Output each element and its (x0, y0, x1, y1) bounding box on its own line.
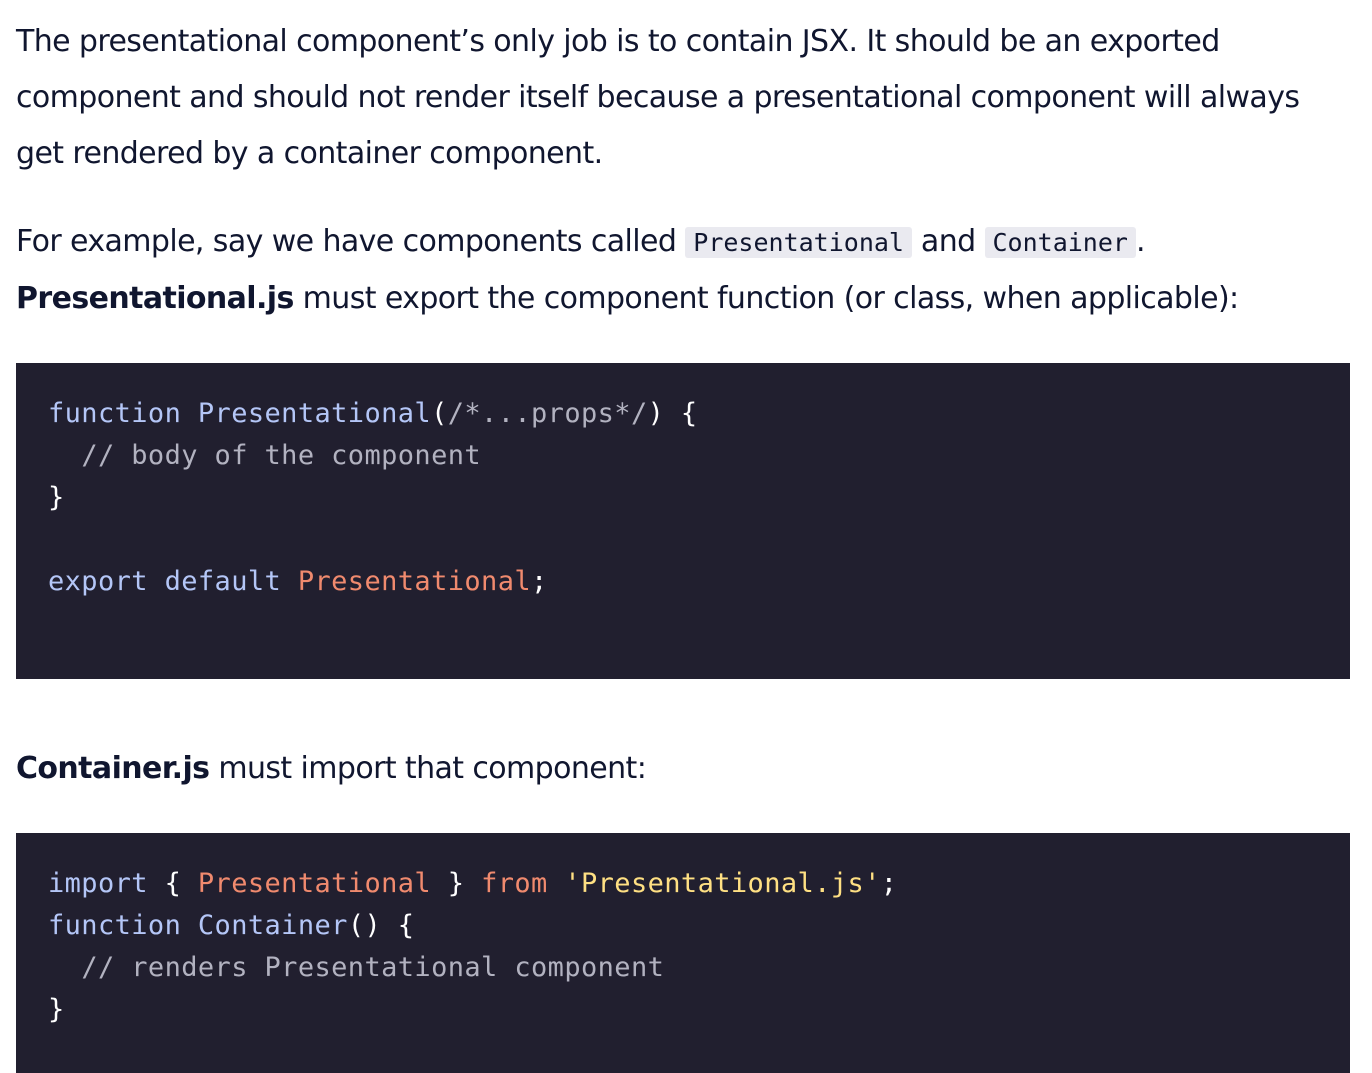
paragraph-intro-text: The presentational component’s only job … (16, 24, 1300, 171)
code-block-container: import { Presentational } from 'Presenta… (16, 833, 1350, 1073)
code-punctuation: ; (531, 566, 548, 597)
code-keyword: export (48, 566, 148, 597)
code-keyword: function (48, 910, 182, 941)
code-punctuation: ; (880, 868, 898, 899)
export-instruction-text: must export the component function (or c… (293, 281, 1240, 316)
code-punctuation: } (48, 994, 65, 1025)
import-instruction-text: must import that component: (209, 751, 647, 786)
paragraph-intro: The presentational component’s only job … (16, 14, 1350, 182)
paragraph-container: Container.js must import that component: (16, 741, 1350, 797)
code-punctuation: { (164, 868, 182, 899)
article-body: The presentational component’s only job … (16, 14, 1350, 1073)
inline-code-container: Container (984, 227, 1136, 258)
code-keyword: import (48, 868, 148, 899)
code-function-name: Presentational (197, 398, 432, 429)
period-text: . (1135, 224, 1146, 259)
code-string: 'Presentational.js' (564, 868, 881, 899)
paragraph-example: For example, say we have components call… (16, 214, 1350, 327)
code-comment: /*...props*/ (447, 398, 648, 429)
code-punctuation: } (447, 868, 465, 899)
code-identifier: Presentational (197, 868, 432, 899)
code-punctuation: ( (431, 398, 448, 429)
code-keyword: function (48, 398, 182, 429)
code-function-name: Container (197, 910, 348, 941)
and-text: and (911, 224, 985, 259)
code-punctuation: } (48, 482, 65, 513)
inline-code-presentational: Presentational (685, 227, 912, 258)
filename-container: Container.js (16, 751, 210, 786)
code-punctuation: () { (347, 910, 415, 941)
code-keyword: default (164, 566, 282, 597)
code-comment: // body of the component (81, 440, 482, 471)
code-punctuation: ) { (647, 398, 698, 429)
code-identifier: Presentational (297, 566, 532, 597)
code-comment: // renders Presentational component (81, 952, 665, 983)
example-intro-text: For example, say we have components call… (16, 224, 686, 259)
filename-presentational: Presentational.js (16, 281, 294, 316)
code-keyword-from: from (481, 868, 548, 899)
code-block-presentational: function Presentational(/*...props*/) { … (16, 363, 1350, 679)
